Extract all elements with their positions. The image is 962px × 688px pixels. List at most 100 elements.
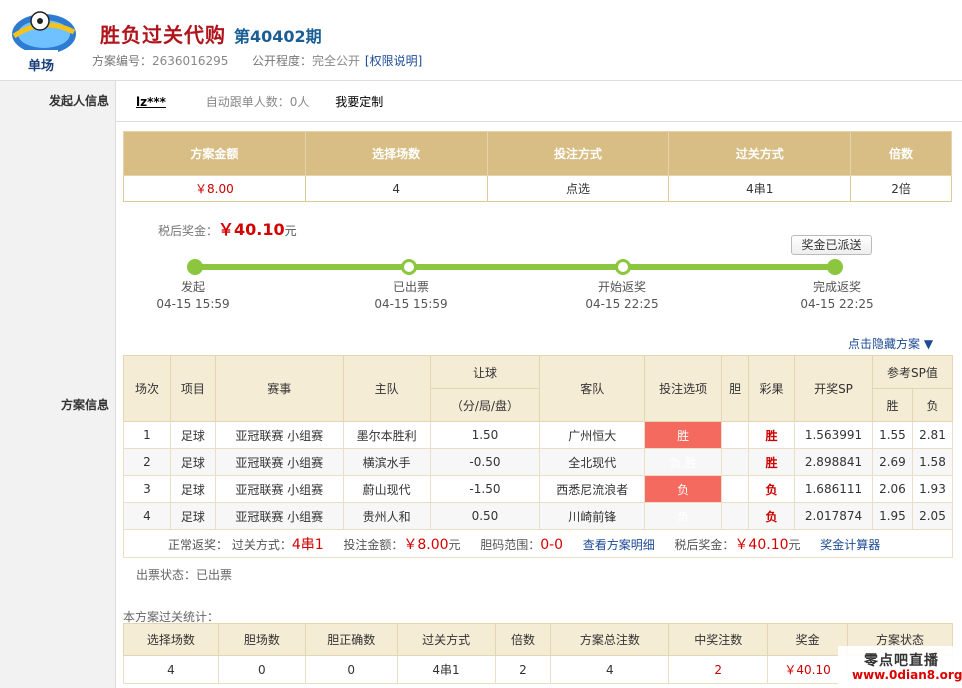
cell-sp: 1.686111 [794,475,873,503]
visibility-value: 完全公开 [312,54,361,68]
cell-event: 亚冠联赛 小组赛 [214,502,344,530]
stats-pass-type: 4串1 [396,655,496,684]
prize-amount: ￥40.10 [218,220,285,239]
step-label: 已出票 [392,280,429,294]
summary-header-bet-type: 投注方式 [486,131,670,176]
stats-header-multiple: 倍数 [494,623,552,656]
col-header-handicap: 让球 [429,355,541,389]
cell-pick: 负 [644,475,723,503]
cell-home: 墨尔本胜利 [342,421,431,449]
progress-step: 开始返奖 04-15 22:25 [572,279,672,313]
plan-detail-link[interactable]: 查看方案明细 [583,538,655,552]
cell-item: 足球 [169,475,216,503]
footer-prize-value: ￥40.10 [734,536,789,553]
cell-away: 川崎前锋 [539,502,646,530]
stats-header-prize: 奖金 [767,623,849,656]
summary-header-amount: 方案金额 [123,131,306,176]
detail-header-row: 场次 项目 赛事 主队 让球 客队 投注选项 胆 彩果 开奖SP 参考SP值 [123,355,954,422]
stats-total-bets: 4 [550,655,670,684]
permission-link[interactable]: [权限说明] [363,53,424,69]
cell-handicap: 1.50 [429,421,541,449]
cell-lose: 1.58 [911,448,954,476]
summary-bet-type: 点选 [486,175,670,202]
stats-matches: 4 [123,655,219,684]
col-header-lose: 负 [911,388,954,422]
cell-pick: 负 [644,502,723,530]
col-header-banker: 胆 [721,355,750,422]
prize-label: 税后奖金： [158,224,219,238]
cell-win: 1.95 [871,502,913,530]
plan-id: 2636016295 [152,54,229,68]
auto-follow-count: 自动跟单人数：0人 [205,95,310,109]
sponsor-label: 发起人信息 [0,81,116,122]
plan-summary-table: 方案金额 选择场数 投注方式 过关方式 倍数 ￥8.00 4 点选 4串1 2倍 [123,131,952,202]
stats-header-banker-count: 胆场数 [217,623,306,656]
table-row: 4 足球 亚冠联赛 小组赛 贵州人和 0.50 川崎前锋 负 负 2.01787… [123,502,954,530]
lottery-logo: 单场 [6,6,78,74]
cell-sp: 2.017874 [794,502,873,530]
progress-dot-payout-start [615,259,631,275]
col-header-win: 胜 [871,388,913,422]
table-row: 1 足球 亚冠联赛 小组赛 墨尔本胜利 1.50 广州恒大 胜 胜 1.5639… [123,421,954,449]
banker-range-value: 0-0 [540,536,564,553]
cell-item: 足球 [169,448,216,476]
cell-no: 4 [123,502,171,530]
cell-no: 3 [123,475,171,503]
stats-header-winning-bets: 中奖注数 [668,623,769,656]
cell-win: 1.55 [871,421,913,449]
title-text: 胜负过关代购 [100,23,226,47]
cell-handicap: 0.50 [429,502,541,530]
col-header-handicap-sub: （分/局/盘） [429,388,541,422]
cell-banker [721,502,750,530]
after-tax-prize: 税后奖金：￥40.10元 [158,216,297,240]
cell-banker [721,421,750,449]
toggle-plan-link[interactable]: 点击隐藏方案 ▼ [848,335,933,352]
table-row: 3 足球 亚冠联赛 小组赛 蔚山现代 -1.50 西悉尼流浪者 负 负 1.68… [123,475,954,503]
payout-summary: 正常返奖： 过关方式：4串1 投注金额：￥8.00元 胆码范围：0-0 查看方案… [123,529,953,558]
cell-home: 蔚山现代 [342,475,431,503]
cell-lose: 2.81 [911,421,954,449]
prize-calculator-link[interactable]: 奖金计算器 [820,538,880,552]
progress-step: 发起 04-15 15:59 [143,279,243,313]
cell-result: 负 [748,475,796,503]
cell-banker [721,448,750,476]
cell-sp: 2.898841 [794,448,873,476]
stats-prize: ￥40.10 [767,655,849,684]
step-time: 04-15 22:25 [800,297,874,311]
progress-step: 完成返奖 04-15 22:25 [787,279,887,313]
logo-label: 单场 [28,59,55,74]
page-title: 胜负过关代购 第40402期 [100,19,322,48]
pass-type-label: 过关方式： [231,537,292,552]
summary-header-pass-type: 过关方式 [668,131,852,176]
plan-id-label: 方案编号： [92,54,153,68]
custom-plan-link[interactable]: 我要定制 [335,95,383,109]
cell-handicap: -0.50 [429,448,541,476]
step-label: 开始返奖 [597,280,646,294]
sponsor-user-link[interactable]: lz*** [136,95,166,109]
watermark-url: www.0dian8.org [852,668,962,682]
col-header-ref-sp: 参考SP值 [871,355,954,389]
cell-handicap: -1.50 [429,475,541,503]
visibility-label: 公开程度： [252,54,313,68]
cell-result: 负 [748,502,796,530]
cell-event: 亚冠联赛 小组赛 [214,475,344,503]
progress-dot-payout-done [827,259,843,275]
plan-meta: 方案编号：2636016295 公开程度：完全公开 [权限说明] [92,52,424,69]
cell-lose: 1.93 [911,475,954,503]
cell-item: 足球 [169,421,216,449]
cell-home: 贵州人和 [342,502,431,530]
ticket-status: 出票状态：已出票 [136,568,233,582]
cell-no: 1 [123,421,171,449]
sponsor-row: 发起人信息 lz*** 自动跟单人数：0人 我要定制 [0,80,962,122]
cell-away: 西悉尼流浪者 [539,475,646,503]
stats-header-banker-correct: 胆正确数 [304,623,398,656]
footer-prize-unit: 元 [788,537,801,552]
table-row: 2 足球 亚冠联赛 小组赛 横滨水手 -0.50 全北现代 负,胜 胜 2.89… [123,448,954,476]
stats-header-total-bets: 方案总注数 [550,623,670,656]
sponsor-content: lz*** 自动跟单人数：0人 我要定制 [136,93,383,110]
prize-sent-button[interactable]: 奖金已派送 [791,235,872,255]
summary-multiple: 2倍 [850,175,952,202]
cell-home: 横滨水手 [342,448,431,476]
col-header-home: 主队 [342,355,431,422]
pass-type-value: 4串1 [291,536,324,553]
